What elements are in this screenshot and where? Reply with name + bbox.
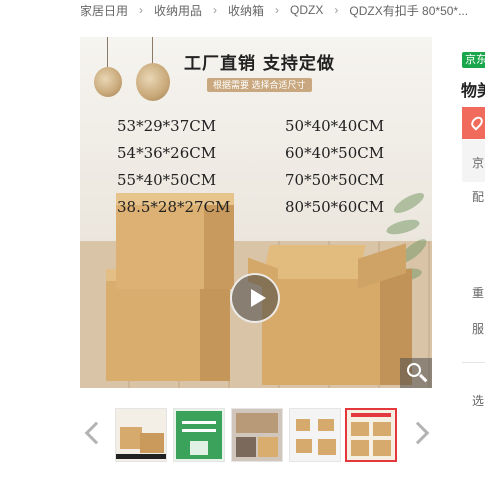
breadcrumb: 家居日用 › 收纳用品 › 收纳箱 › QDZX › QDZX有扣手 80*50…: [80, 0, 468, 20]
select-label: 选: [472, 394, 485, 408]
size-label: 38.5*28*27CM: [117, 198, 231, 216]
size-list-left: 53*29*37CM 54*36*26CM 55*40*50CM: [117, 113, 216, 194]
divider: [462, 362, 485, 363]
thumbnail-next-button[interactable]: [406, 417, 432, 453]
breadcrumb-item-brand[interactable]: QDZX: [290, 3, 323, 17]
pendant-lamp-left: [92, 37, 122, 103]
thumbnail-3[interactable]: [231, 408, 283, 462]
breadcrumb-item-storage-box[interactable]: 收纳箱: [228, 2, 264, 19]
chevron-right-icon: [406, 421, 430, 445]
size-label: 70*50*50CM: [285, 171, 385, 189]
store-tag: 京东: [462, 52, 485, 68]
thumbnail-5[interactable]: [345, 408, 397, 462]
zoom-button[interactable]: [400, 358, 432, 388]
weight-label: 重: [472, 286, 485, 300]
chevron-right-icon: ›: [213, 3, 218, 17]
chevron-right-icon: ›: [275, 3, 280, 17]
size-list-right: 50*40*40CM 60*40*50CM 70*50*50CM 80*50*6…: [285, 113, 384, 221]
size-label: 80*50*60CM: [285, 198, 385, 216]
size-label: 50*40*40CM: [285, 117, 385, 135]
delivery-label: 配: [472, 190, 485, 204]
price-banner: [462, 107, 485, 139]
breadcrumb-item-storage[interactable]: 收纳用品: [154, 2, 202, 19]
thumbnail-1[interactable]: [115, 408, 167, 462]
size-label-overlay: 38.5*28*27CM: [117, 194, 230, 221]
product-title: 物美: [461, 83, 485, 100]
size-label: 54*36*26CM: [117, 144, 217, 162]
banner-subtitle: 根据需要 选择合适尺寸: [207, 78, 312, 92]
play-video-button[interactable]: [230, 273, 280, 323]
promo-icon: [468, 114, 485, 131]
delivery-area-label: 京: [472, 156, 485, 170]
thumbnail-4[interactable]: [289, 408, 341, 462]
chevron-left-icon: [84, 421, 108, 445]
breadcrumb-item-home-goods[interactable]: 家居日用: [80, 2, 128, 19]
pendant-lamp-right: [134, 37, 170, 107]
main-product-image[interactable]: 工厂直销 支持定做 根据需要 选择合适尺寸 53*29*37CM 54*36*2…: [80, 37, 432, 388]
size-label: 53*29*37CM: [117, 117, 217, 135]
banner-title: 工厂直销 支持定做: [184, 54, 335, 74]
chevron-right-icon: ›: [139, 3, 144, 17]
thumbnail-2[interactable]: [173, 408, 225, 462]
service-label: 服: [472, 322, 485, 336]
size-label: 55*40*50CM: [117, 171, 217, 189]
chevron-right-icon: ›: [334, 3, 339, 17]
cardboard-box-open-right: [248, 243, 412, 385]
size-label: 60*40*50CM: [285, 144, 385, 162]
breadcrumb-item-product: QDZX有扣手 80*50*...: [349, 3, 469, 18]
thumbnail-prev-button[interactable]: [80, 417, 108, 453]
